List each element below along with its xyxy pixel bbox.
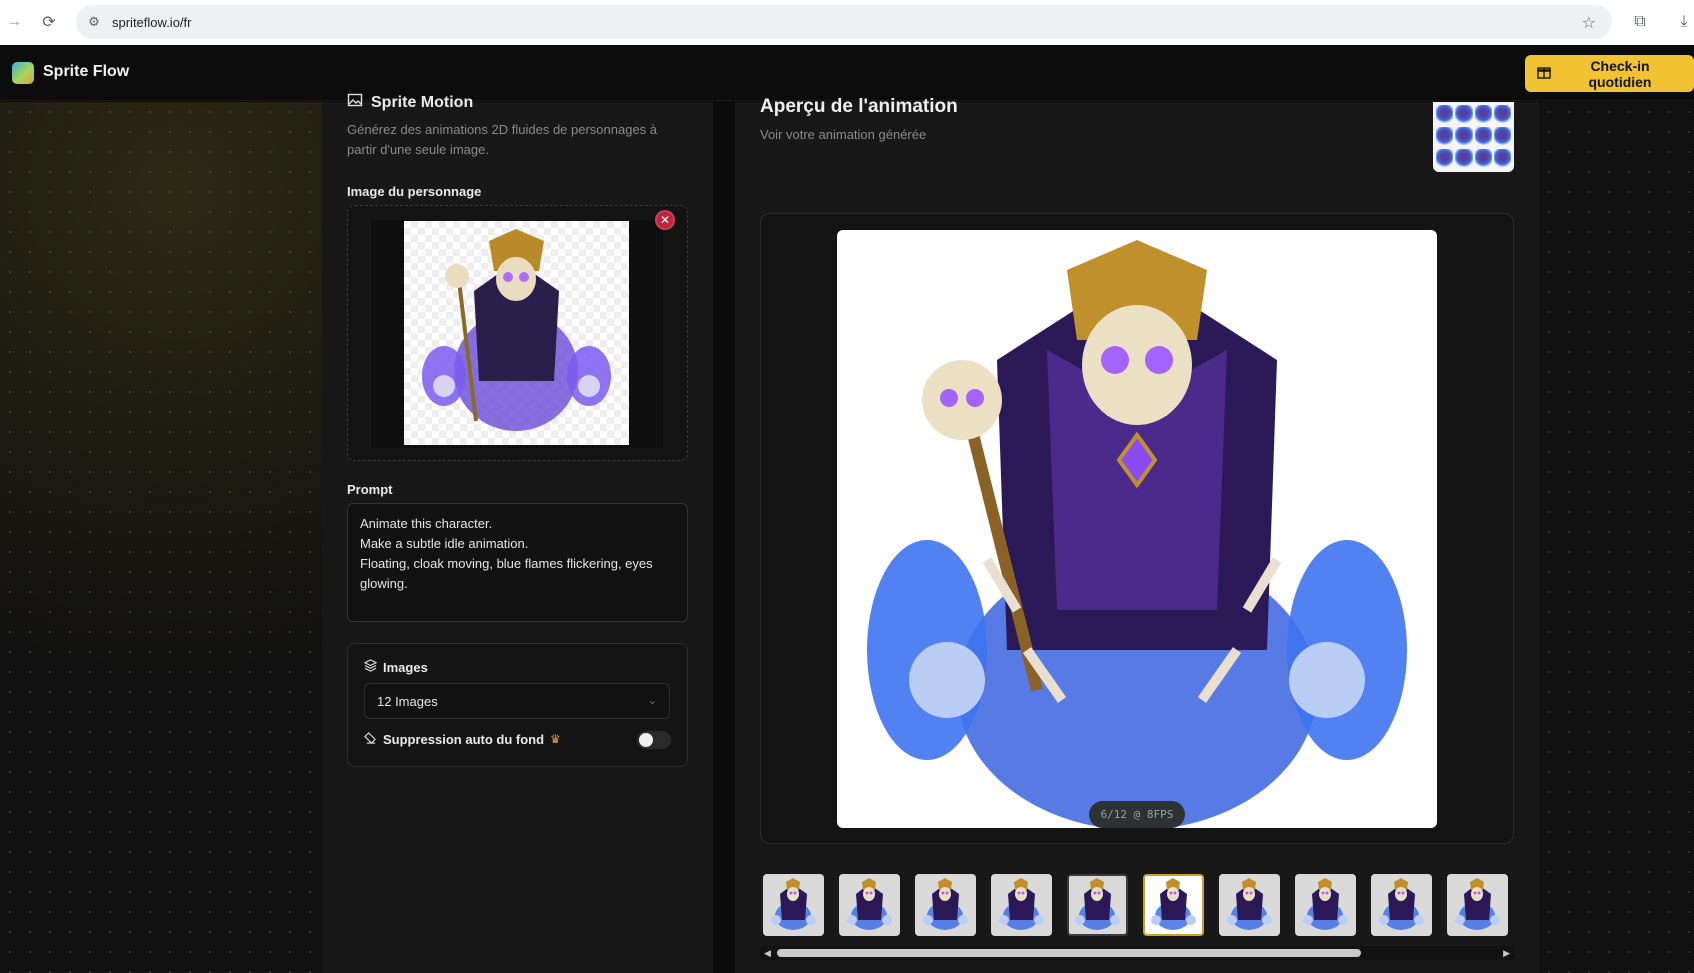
images-count-value: 12 Images xyxy=(377,693,438,709)
frames-scrollbar[interactable]: ◀ ▶ xyxy=(760,946,1514,960)
frame-thumbnail-9[interactable] xyxy=(1371,874,1432,936)
prompt-textarea[interactable]: Animate this character. Make a subtle id… xyxy=(347,503,688,622)
decorative-background-right xyxy=(1539,102,1694,973)
sprite-cell xyxy=(1436,105,1454,125)
frames-strip xyxy=(760,874,1514,940)
frame-thumbnail-10[interactable] xyxy=(1447,874,1508,936)
frame-thumbnail-6[interactable] xyxy=(1143,874,1204,936)
character-image xyxy=(404,221,629,445)
daily-checkin-label: Check-in quotidien xyxy=(1588,57,1652,90)
gift-icon xyxy=(1537,65,1551,82)
daily-checkin-button[interactable]: Check-in quotidien xyxy=(1525,55,1694,92)
eraser-icon xyxy=(364,731,377,747)
crown-icon: ♛ xyxy=(550,732,561,746)
animation-preview-canvas xyxy=(837,230,1437,828)
images-label-text: Images xyxy=(383,659,428,675)
frame-thumbnail-3[interactable] xyxy=(915,874,976,936)
app-header: Sprite Flow Check-in quotidien xyxy=(0,45,1694,101)
sprite-cell xyxy=(1474,127,1492,147)
images-count-select[interactable]: 12 Images ⌄ xyxy=(364,683,670,719)
sprite-cell xyxy=(1493,149,1511,169)
browser-toolbar: → ⟳ ⚙ spriteflow.io/fr ☆ ⧉ ⤓ xyxy=(0,0,1694,45)
sprite-cell xyxy=(1474,105,1492,125)
sprite-cell xyxy=(1455,149,1473,169)
sprite-cell xyxy=(1455,127,1473,147)
frame-counter-badge: 6/12 @ 8FPS xyxy=(1089,801,1185,828)
preview-subtitle: Voir votre animation générée xyxy=(760,127,927,142)
sprite-cell xyxy=(1436,127,1454,147)
layers-icon xyxy=(363,659,378,675)
brand-name[interactable]: Sprite Flow xyxy=(43,63,129,81)
images-count-label: Images xyxy=(363,659,428,675)
image-edit-icon xyxy=(347,92,363,113)
toggle-knob xyxy=(639,733,653,747)
frame-thumbnail-5[interactable] xyxy=(1067,874,1128,936)
auto-bg-removal-toggle[interactable] xyxy=(637,731,671,749)
preview-title: Aperçu de l'animation xyxy=(760,96,958,117)
sprite-cell xyxy=(1474,149,1492,169)
scroll-left-icon[interactable]: ◀ xyxy=(764,948,771,959)
auto-bg-removal-label: Suppression auto du fond ♛ xyxy=(364,731,561,747)
puzzle-icon[interactable]: ⧉ xyxy=(1628,10,1652,34)
scroll-right-icon[interactable]: ▶ xyxy=(1503,948,1510,959)
remove-image-button[interactable]: ✕ xyxy=(655,210,675,230)
logo-icon[interactable] xyxy=(12,62,34,84)
url-text[interactable]: spriteflow.io/fr xyxy=(112,15,191,30)
sprite-cell xyxy=(1493,127,1511,147)
star-icon[interactable]: ☆ xyxy=(1582,13,1596,33)
download-icon[interactable]: ⤓ xyxy=(1672,10,1694,34)
site-settings-icon[interactable]: ⚙ xyxy=(86,14,102,30)
frame-thumbnail-8[interactable] xyxy=(1295,874,1356,936)
sprite-cell xyxy=(1455,105,1473,125)
frame-thumbnail-7[interactable] xyxy=(1219,874,1280,936)
sprite-cell xyxy=(1436,149,1454,169)
prompt-label: Prompt xyxy=(347,482,393,497)
reload-icon[interactable]: ⟳ xyxy=(37,10,61,34)
panel-title-text: Sprite Motion xyxy=(371,93,474,111)
frame-thumbnail-2[interactable] xyxy=(839,874,900,936)
spritesheet-thumbnail[interactable] xyxy=(1433,102,1514,172)
sprite-cell xyxy=(1493,105,1511,125)
chevron-down-icon: ⌄ xyxy=(647,695,657,707)
scroll-thumb[interactable] xyxy=(777,949,1361,957)
decorative-background-left xyxy=(0,102,322,973)
auto-bg-removal-text: Suppression auto du fond xyxy=(383,731,545,747)
panel-description: Générez des animations 2D fluides de per… xyxy=(347,122,658,157)
forward-arrow-icon[interactable]: → xyxy=(2,10,26,34)
address-bar[interactable]: ⚙ spriteflow.io/fr ☆ xyxy=(76,5,1612,39)
character-image-label: Image du personnage xyxy=(347,184,482,199)
frame-thumbnail-1[interactable] xyxy=(763,874,824,936)
frame-thumbnail-4[interactable] xyxy=(991,874,1052,936)
panel-title: Sprite Motion xyxy=(347,92,473,113)
